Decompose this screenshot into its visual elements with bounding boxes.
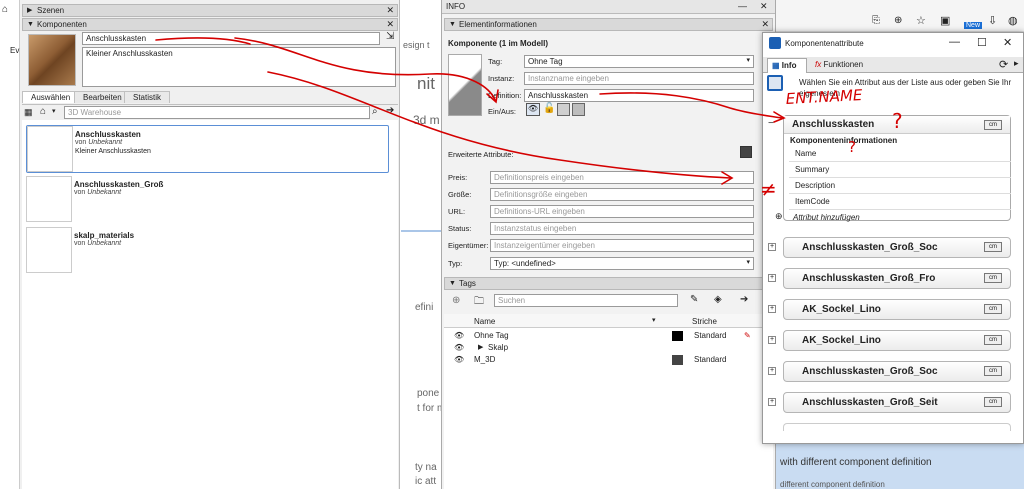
- annotation-ent-name: ENT.NAME: [785, 86, 863, 108]
- annotation-arrow-definition: [599, 92, 783, 119]
- annotation-question-2: ?: [848, 138, 856, 156]
- annotation-overlay: ENT.NAME ? ? ≠: [155, 37, 903, 201]
- annotation-not-equal: ≠: [760, 177, 777, 201]
- annotation-question-1: ?: [892, 109, 903, 133]
- annotation-arrow-desc: [267, 71, 731, 179]
- annotation-arrow-name: [234, 37, 496, 101]
